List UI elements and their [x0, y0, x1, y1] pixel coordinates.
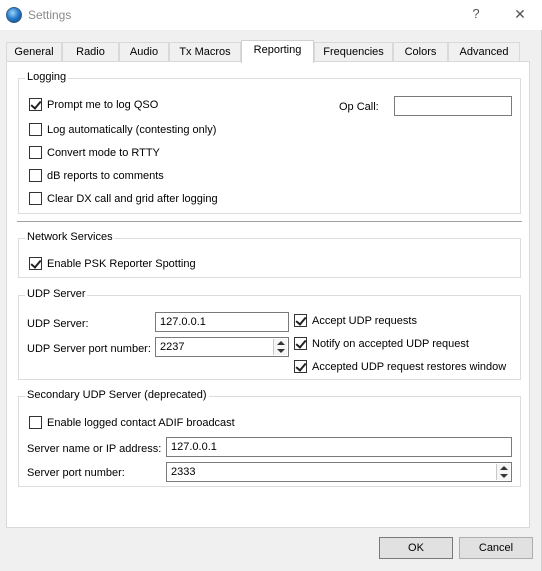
checkbox-icon[interactable] — [29, 122, 42, 136]
db-reports-checkbox[interactable]: dB reports to comments — [29, 168, 164, 184]
op-call-label: Op Call: — [339, 101, 379, 113]
app-globe-icon — [6, 7, 22, 23]
prompt-log-qso-label: Prompt me to log QSO — [47, 99, 159, 111]
restores-window-label: Accepted UDP request restores window — [312, 361, 507, 373]
udp-server-title: UDP Server — [25, 288, 88, 300]
checkbox-checked-icon[interactable] — [294, 359, 307, 373]
cancel-button[interactable]: Cancel — [459, 537, 533, 559]
spin-arrows-icon[interactable] — [273, 339, 287, 355]
tab-bar: General Radio Audio Tx Macros Reporting … — [6, 40, 521, 63]
clear-dx-checkbox[interactable]: Clear DX call and grid after logging — [29, 191, 218, 207]
log-automatically-checkbox[interactable]: Log automatically (contesting only) — [29, 122, 216, 138]
notify-udp-label: Notify on accepted UDP request — [312, 338, 469, 350]
checkbox-checked-icon[interactable] — [294, 336, 307, 350]
tab-radio[interactable]: Radio — [62, 42, 119, 62]
secondary-udp-title: Secondary UDP Server (deprecated) — [25, 389, 209, 401]
adif-broadcast-label: Enable logged contact ADIF broadcast — [47, 417, 235, 429]
udp-port-label: UDP Server port number: — [27, 343, 151, 355]
tab-advanced[interactable]: Advanced — [448, 42, 520, 62]
convert-mode-label: Convert mode to RTTY — [47, 147, 160, 159]
checkbox-icon[interactable] — [29, 145, 42, 159]
ok-button[interactable]: OK — [379, 537, 453, 559]
convert-mode-checkbox[interactable]: Convert mode to RTTY — [29, 145, 160, 161]
checkbox-checked-icon[interactable] — [29, 256, 42, 270]
prompt-log-qso-checkbox[interactable]: Prompt me to log QSO — [29, 97, 158, 113]
udp-port-spinbox[interactable]: 2237 — [155, 337, 289, 357]
tab-general[interactable]: General — [6, 42, 62, 62]
psk-reporter-checkbox[interactable]: Enable PSK Reporter Spotting — [29, 256, 196, 272]
settings-window: Settings ? ✕ General Radio Audio Tx Macr… — [0, 0, 542, 571]
adif-broadcast-checkbox[interactable]: Enable logged contact ADIF broadcast — [29, 415, 235, 431]
restores-window-checkbox[interactable]: Accepted UDP request restores window — [294, 359, 506, 375]
title-bar: Settings ? ✕ — [0, 0, 542, 30]
window-title: Settings — [28, 8, 72, 22]
accept-udp-label: Accept UDP requests — [312, 315, 417, 327]
psk-reporter-label: Enable PSK Reporter Spotting — [47, 258, 196, 270]
tab-audio[interactable]: Audio — [119, 42, 169, 62]
op-call-input[interactable] — [394, 96, 512, 116]
secondary-port-label: Server port number: — [27, 467, 125, 479]
checkbox-checked-icon[interactable] — [29, 97, 42, 111]
udp-server-input[interactable]: 127.0.0.1 — [155, 312, 289, 332]
logging-group: Logging Prompt me to log QSO Log automat… — [18, 71, 521, 214]
checkbox-icon[interactable] — [29, 415, 42, 429]
secondary-port-spinbox[interactable]: 2333 — [166, 462, 512, 482]
log-automatically-label: Log automatically (contesting only) — [47, 124, 217, 136]
accept-udp-checkbox[interactable]: Accept UDP requests — [294, 313, 417, 329]
spin-arrows-icon[interactable] — [496, 464, 510, 480]
tab-reporting[interactable]: Reporting — [241, 40, 314, 63]
db-reports-label: dB reports to comments — [47, 170, 164, 182]
secondary-server-input[interactable]: 127.0.0.1 — [166, 437, 512, 457]
udp-server-group: UDP Server UDP Server: 127.0.0.1 UDP Ser… — [18, 288, 521, 380]
checkbox-checked-icon[interactable] — [294, 313, 307, 327]
reporting-panel: Logging Prompt me to log QSO Log automat… — [6, 61, 530, 528]
secondary-server-label: Server name or IP address: — [27, 443, 162, 455]
secondary-udp-group: Secondary UDP Server (deprecated) Enable… — [18, 389, 521, 487]
network-services-group: Network Services Enable PSK Reporter Spo… — [18, 231, 521, 278]
udp-port-value: 2237 — [160, 341, 185, 353]
checkbox-icon[interactable] — [29, 168, 42, 182]
udp-server-label: UDP Server: — [27, 318, 89, 330]
help-button[interactable]: ? — [462, 4, 490, 26]
clear-dx-label: Clear DX call and grid after logging — [47, 193, 218, 205]
secondary-port-value: 2333 — [171, 466, 196, 478]
tab-frequencies[interactable]: Frequencies — [314, 42, 393, 62]
tab-colors[interactable]: Colors — [393, 42, 448, 62]
logging-group-title: Logging — [25, 71, 69, 83]
notify-udp-checkbox[interactable]: Notify on accepted UDP request — [294, 336, 469, 352]
divider — [17, 221, 522, 223]
network-services-title: Network Services — [25, 231, 115, 243]
tab-tx-macros[interactable]: Tx Macros — [169, 42, 241, 62]
checkbox-icon[interactable] — [29, 191, 42, 205]
close-icon[interactable]: ✕ — [506, 4, 534, 26]
